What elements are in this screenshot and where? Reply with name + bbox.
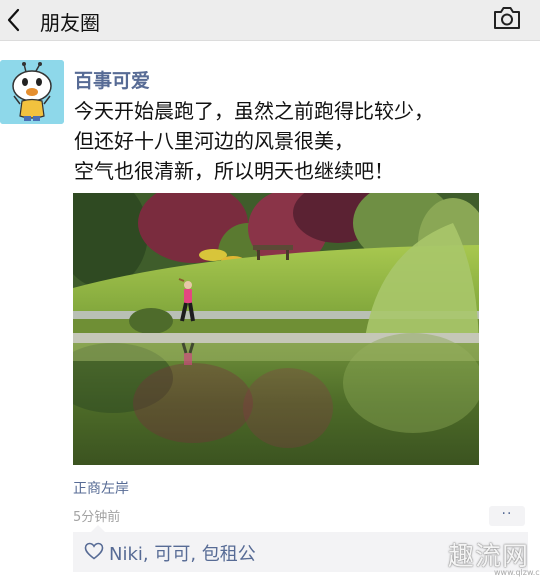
- post-time: 5分钟前: [73, 510, 121, 525]
- avatar[interactable]: [0, 60, 64, 124]
- post-author[interactable]: 百事可爱: [74, 66, 150, 93]
- likes-names[interactable]: Niki, 可可, 包租公: [109, 540, 256, 566]
- cartoon-avatar-icon: [0, 60, 64, 124]
- post-text-line: 但还好十八里河边的风景很美，: [74, 129, 354, 153]
- chevron-left-icon[interactable]: [6, 8, 22, 32]
- post-text: 今天开始晨跑了，虽然之前跑得比较少， 但还好十八里河边的风景很美， 空气也很清新…: [74, 96, 524, 186]
- post-location[interactable]: 正商左岸: [73, 478, 129, 498]
- heart-icon: [84, 542, 104, 560]
- post-photo[interactable]: [73, 193, 479, 465]
- post-text-line: 今天开始晨跑了，虽然之前跑得比较少，: [74, 99, 434, 123]
- likes-box: Niki, 可可, 包租公: [73, 525, 528, 572]
- page-title: 朋友圈: [40, 11, 100, 35]
- more-button[interactable]: ··: [489, 506, 525, 526]
- post-text-line: 空气也很清新，所以明天也继续吧！: [74, 159, 394, 183]
- top-bar: 朋友圈: [0, 0, 540, 41]
- camera-icon[interactable]: [492, 5, 522, 31]
